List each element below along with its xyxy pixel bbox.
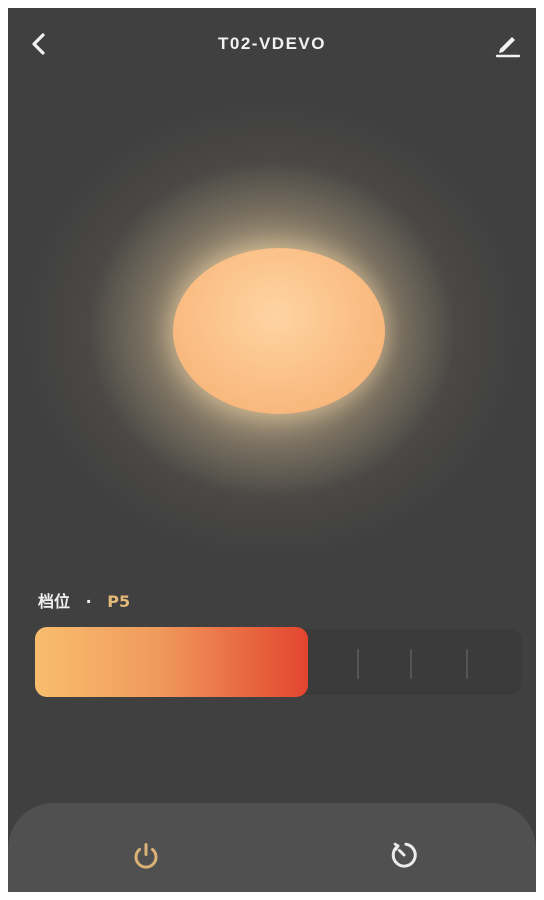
level-value: P5 <box>107 592 131 611</box>
timer-button[interactable] <box>388 839 420 871</box>
level-label: 档位 <box>38 592 71 611</box>
level-indicator: 档位 · P5 <box>38 588 131 611</box>
level-slider[interactable] <box>35 627 522 697</box>
level-separator: · <box>85 592 92 611</box>
slider-tick <box>357 649 359 679</box>
slider-tick <box>466 649 468 679</box>
slider-tick <box>410 649 412 679</box>
page-title: T02-VDEVO <box>218 34 326 53</box>
bottom-bar <box>8 803 536 892</box>
lamp-toggle[interactable] <box>173 248 385 414</box>
pencil-icon <box>495 37 521 58</box>
header: T02-VDEVO <box>8 8 536 80</box>
power-button[interactable] <box>130 840 162 872</box>
slider-fill <box>35 627 308 697</box>
app-screen: T02-VDEVO 档位 · P5 <box>8 8 536 892</box>
timer-icon <box>391 842 417 868</box>
edit-button[interactable] <box>492 28 522 58</box>
power-icon <box>134 843 158 869</box>
